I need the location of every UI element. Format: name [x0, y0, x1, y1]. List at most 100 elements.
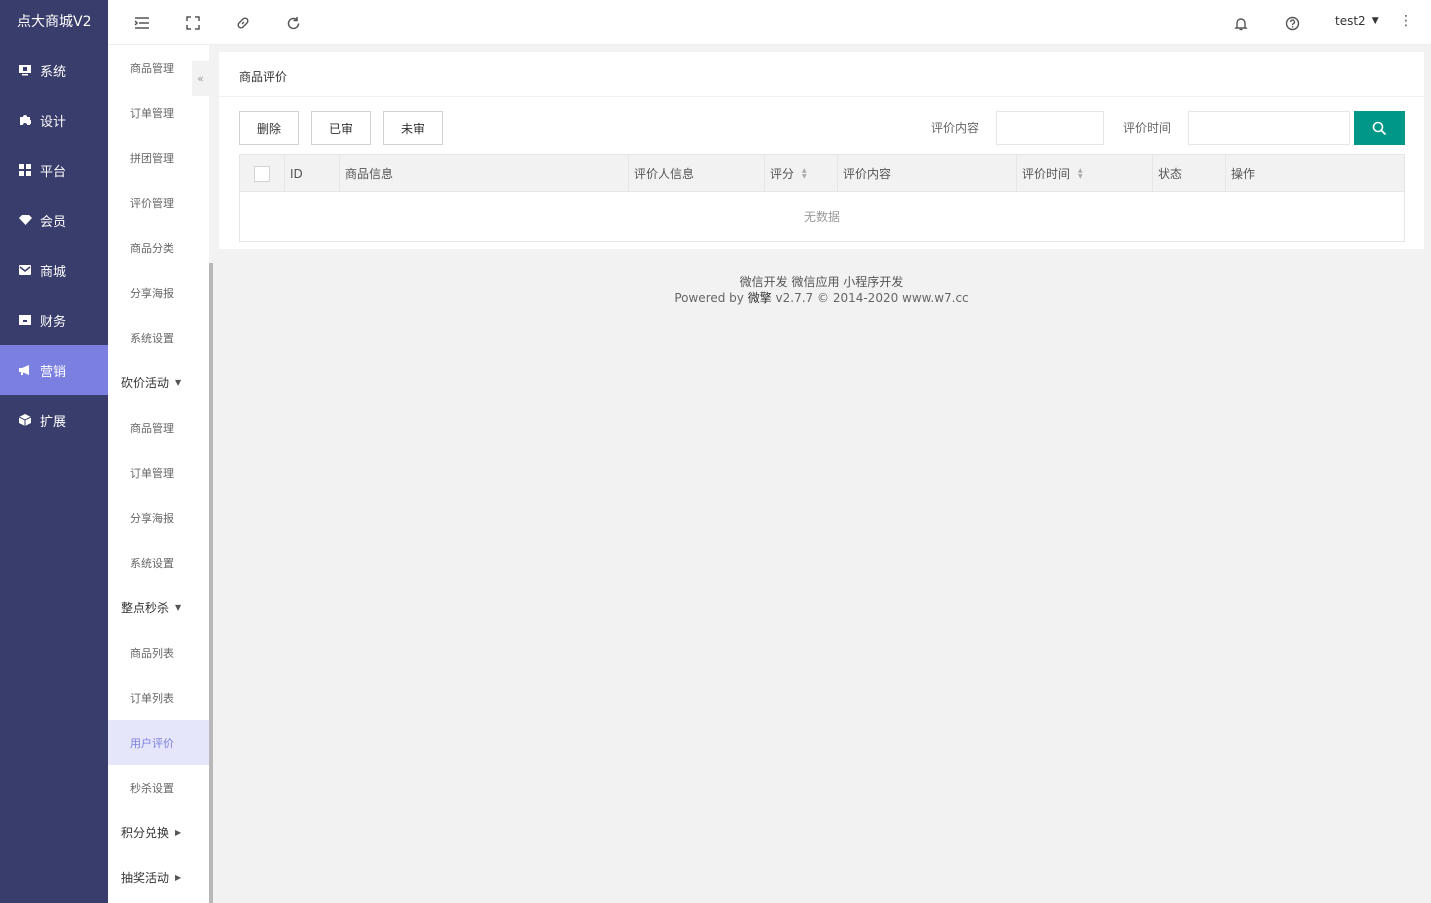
footer: 微信开发 微信应用 小程序开发 Powered by 微擎 v2.7.7 © 2… [219, 274, 1424, 306]
double-chevron-left-icon: « [197, 72, 204, 85]
submenu-group-label: 积分兑换 [121, 826, 170, 840]
submenu-scrollbar[interactable] [209, 263, 213, 903]
submenu-item[interactable]: 秒杀设置 [108, 765, 209, 810]
submenu-item[interactable]: 分享海报 [108, 495, 209, 540]
submenu-item[interactable]: 订单管理 [108, 90, 209, 135]
sidebar-item-design[interactable]: 设计 [0, 95, 108, 145]
header-time[interactable]: 评价时间 ▲ ▼ [1017, 155, 1153, 192]
cube-icon [18, 413, 32, 427]
header-action: 操作 [1231, 167, 1256, 181]
sidebar-item-platform[interactable]: 平台 [0, 145, 108, 195]
sort-icon[interactable]: ▲ ▼ [802, 167, 807, 180]
header-product: 商品信息 [340, 155, 629, 192]
search-icon [1372, 121, 1387, 135]
submenu-item[interactable]: 商品管理 [108, 405, 209, 450]
header-reviewer: 评价人信息 [629, 155, 765, 192]
sidebar-item-label: 扩展 [40, 414, 67, 430]
sidebar-item-marketing[interactable]: 营销 [0, 345, 108, 395]
sidebar-item-label: 商城 [40, 264, 67, 280]
footer-links[interactable]: 微信开发 微信应用 小程序开发 [219, 274, 1424, 290]
megaphone-icon [18, 363, 32, 377]
table-header: ID 商品信息 评价人信息 评分 ▲ ▼ 评价内容 评价时间 ▲ ▼ 状态 操作 [240, 155, 1404, 192]
delete-button[interactable]: 删除 [239, 111, 299, 145]
main-sidebar: 点大商城V2 系统 设计 平台 会员 商城 财务 营销 扩展 [0, 0, 108, 903]
fullscreen-icon[interactable] [184, 14, 202, 32]
select-all-checkbox[interactable] [254, 165, 270, 182]
header-content: 评价内容 [838, 155, 1017, 192]
page-title: 商品评价 [239, 70, 288, 84]
caret-right-icon: ▶ [175, 873, 182, 882]
unapproved-button[interactable]: 未审 [383, 111, 443, 145]
submenu-group-points[interactable]: 积分兑换 ▶ [108, 810, 209, 855]
submenu-item[interactable]: 订单列表 [108, 675, 209, 720]
sidebar-item-finance[interactable]: 财务 [0, 295, 108, 345]
link-icon[interactable] [234, 14, 252, 32]
submenu-group-lottery[interactable]: 抽奖活动 ▶ [108, 855, 209, 900]
caret-down-icon: ▼ [1371, 16, 1379, 26]
sidebar-item-system[interactable]: 系统 [0, 45, 108, 95]
footer-version: v2.7.7 © 2014-2020 www.w7.cc [771, 291, 969, 305]
caret-right-icon: ▶ [175, 828, 182, 837]
submenu-item[interactable]: 系统设置 [108, 315, 209, 360]
mail-icon [18, 263, 32, 277]
submenu-item[interactable]: 拼团管理 [108, 135, 209, 180]
empty-state: 无数据 [803, 210, 840, 224]
header-checkbox-cell [240, 155, 285, 192]
sidebar-item-label: 设计 [40, 114, 67, 130]
submenu-group-label: 整点秒杀 [121, 601, 170, 615]
caret-down-icon: ▼ [175, 603, 182, 612]
header-score[interactable]: 评分 ▲ ▼ [765, 155, 838, 192]
submenu-item[interactable]: 分享海报 [108, 270, 209, 315]
sidebar-item-member[interactable]: 会员 [0, 195, 108, 245]
submenu-item[interactable]: 评价管理 [108, 180, 209, 225]
grid-icon [18, 163, 32, 177]
app-logo[interactable]: 点大商城V2 [0, 0, 108, 45]
bell-icon[interactable] [1232, 14, 1250, 32]
submenu-item-active[interactable]: 用户评价 [108, 720, 209, 765]
monitor-icon [18, 63, 32, 77]
puzzle-icon [18, 113, 32, 127]
approved-button[interactable]: 已审 [311, 111, 371, 145]
submenu-group-flash-sale[interactable]: 整点秒杀 ▼ [108, 585, 209, 630]
username: test2 [1335, 14, 1366, 28]
caret-down-icon: ▼ [175, 378, 182, 387]
header-status: 状态 [1153, 155, 1226, 192]
collapse-submenu-button[interactable]: « [192, 61, 209, 96]
submenu-item[interactable]: 商品列表 [108, 630, 209, 675]
diamond-icon [18, 213, 32, 227]
content-filter-label: 评价内容 [931, 121, 980, 135]
wallet-icon [18, 313, 32, 327]
more-options-icon[interactable]: ⋮ [1399, 13, 1413, 29]
marketing-submenu: 商品管理 订单管理 拼团管理 评价管理 商品分类 分享海报 系统设置 砍价活动 … [108, 45, 209, 903]
submenu-group-bargain[interactable]: 砍价活动 ▼ [108, 360, 209, 405]
review-table: ID 商品信息 评价人信息 评分 ▲ ▼ 评价内容 评价时间 ▲ ▼ 状态 操作 无… [239, 154, 1405, 242]
submenu-group-label: 抽奖活动 [121, 871, 170, 885]
footer-brand-link[interactable]: 微擎 [748, 291, 772, 305]
sidebar-item-label: 营销 [40, 364, 67, 380]
submenu-item[interactable]: 系统设置 [108, 540, 209, 585]
help-icon[interactable] [1283, 14, 1301, 32]
header-score-label: 评分 [770, 167, 795, 181]
sort-icon[interactable]: ▲ ▼ [1078, 167, 1083, 180]
header-time-label: 评价时间 [1022, 167, 1071, 181]
sidebar-item-mall[interactable]: 商城 [0, 245, 108, 295]
content-filter-input[interactable] [996, 111, 1104, 145]
footer-powered: Powered by [674, 291, 748, 305]
search-button[interactable] [1354, 111, 1405, 145]
sidebar-item-label: 系统 [40, 64, 67, 80]
top-bar: test2 ▼ ⋮ [108, 0, 1431, 45]
header-id: ID [285, 155, 340, 192]
sidebar-item-label: 财务 [40, 314, 67, 330]
time-filter-label: 评价时间 [1123, 121, 1172, 135]
user-menu[interactable]: test2 ▼ [1335, 14, 1379, 28]
time-filter-input[interactable] [1188, 111, 1350, 145]
divider [219, 96, 1424, 97]
menu-toggle-icon[interactable] [133, 14, 151, 32]
submenu-group-label: 砍价活动 [121, 376, 170, 390]
sidebar-item-label: 会员 [40, 214, 67, 230]
review-card: 商品评价 删除 已审 未审 评价内容 评价时间 ID 商品信息 评价人信息 评分… [219, 52, 1424, 249]
submenu-item[interactable]: 商品分类 [108, 225, 209, 270]
refresh-icon[interactable] [284, 14, 302, 32]
submenu-item[interactable]: 订单管理 [108, 450, 209, 495]
sidebar-item-extension[interactable]: 扩展 [0, 395, 108, 445]
